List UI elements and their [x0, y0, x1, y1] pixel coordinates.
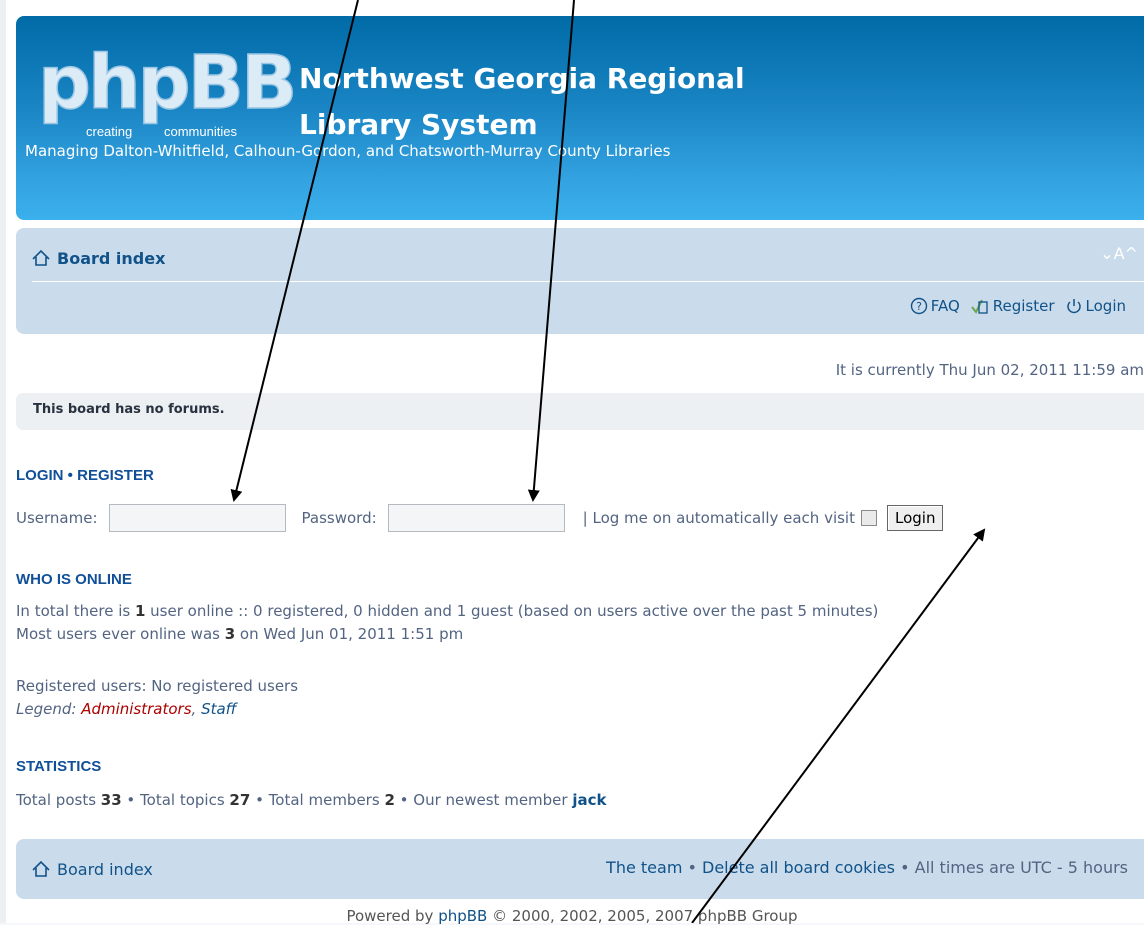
footer-board-index-link[interactable]: Board index — [31, 859, 153, 879]
current-time: It is currently Thu Jun 02, 2011 11:59 a… — [835, 361, 1144, 379]
login-form: Username: Password: | Log me on automati… — [16, 501, 1144, 535]
online-line-1-pre: In total there is — [16, 602, 135, 620]
powered-pre: Powered by — [346, 907, 439, 925]
register-heading-link[interactable]: REGISTER — [77, 467, 154, 484]
autologin-checkbox[interactable] — [860, 510, 877, 526]
members-count: 2 — [384, 791, 395, 809]
nav-divider — [32, 281, 1144, 282]
online-line-1: In total there is 1 user online :: 0 reg… — [16, 600, 878, 623]
login-label: Login — [1085, 297, 1126, 315]
online-line-2-pre: Most users ever online was — [16, 625, 225, 643]
no-forums-text: This board has no forums. — [33, 402, 225, 417]
svg-text:?: ? — [916, 300, 922, 313]
footer-board-index-label: Board index — [57, 859, 153, 879]
home-icon — [31, 248, 51, 268]
phpbb-logo[interactable]: phpBB creating communities — [36, 38, 296, 143]
posts-count: 33 — [100, 791, 122, 809]
register-icon — [970, 299, 988, 314]
no-forums-notice: This board has no forums. — [16, 393, 1144, 430]
legend-label: Legend: — [16, 700, 82, 718]
timezone-text: All times are UTC - 5 hours — [914, 858, 1128, 877]
faq-label: FAQ — [930, 297, 960, 315]
site-title: Northwest Georgia Regional Library Syste… — [299, 62, 745, 141]
logo-tagline-left: creating — [86, 124, 132, 139]
navbar: Board index ⌄A^ ? FAQ Register Login — [16, 228, 1144, 334]
footer-separator: • — [895, 858, 915, 877]
topics-label: • Total topics — [121, 791, 230, 809]
powered-by: Powered by phpBB © 2000, 2002, 2005, 200… — [0, 907, 1144, 925]
register-label: Register — [992, 297, 1055, 315]
footer-links: The team • Delete all board cookies • Al… — [606, 858, 1128, 877]
register-link[interactable]: Register — [970, 297, 1055, 315]
board-index-label: Board index — [57, 248, 166, 268]
legend-line: Legend: Administrators, Staff — [16, 698, 237, 721]
logo-tagline-right: communities — [164, 124, 237, 139]
username-input[interactable] — [108, 504, 286, 532]
heading-separator: • — [67, 467, 73, 484]
statistics-line: Total posts 33 • Total topics 27 • Total… — [16, 789, 606, 812]
legend-staff-link[interactable]: Staff — [201, 700, 236, 718]
legend-separator: , — [191, 700, 202, 718]
newest-member-link[interactable]: jack — [572, 791, 606, 809]
online-line-2-post: on Wed Jun 01, 2011 1:51 pm — [235, 625, 464, 643]
delete-cookies-link[interactable]: Delete all board cookies — [702, 858, 895, 877]
online-count: 1 — [134, 602, 146, 620]
login-heading: LOGIN • REGISTER — [16, 467, 154, 484]
login-heading-link[interactable]: LOGIN — [16, 467, 64, 484]
faq-icon: ? — [910, 297, 927, 315]
page: phpBB creating communities Northwest Geo… — [0, 0, 1144, 925]
posts-label: Total posts — [16, 791, 101, 809]
who-is-online-heading: WHO IS ONLINE — [16, 571, 132, 588]
statistics-heading: STATISTICS — [16, 758, 102, 775]
the-team-link[interactable]: The team — [606, 858, 682, 877]
online-line-1-post: user online :: 0 registered, 0 hidden an… — [145, 602, 879, 620]
footer-separator: • — [682, 858, 703, 877]
faq-link[interactable]: ? FAQ — [910, 297, 960, 315]
topics-count: 27 — [229, 791, 251, 809]
login-link[interactable]: Login — [1065, 297, 1126, 315]
registered-users-line: Registered users: No registered users — [16, 677, 299, 695]
newest-member-label: • Our newest member — [394, 791, 573, 809]
password-input[interactable] — [387, 504, 565, 532]
board-index-link[interactable]: Board index — [31, 246, 165, 270]
site-header: phpBB creating communities Northwest Geo… — [16, 16, 1144, 220]
power-icon — [1066, 299, 1081, 314]
left-rail — [0, 0, 6, 923]
login-button[interactable]: Login — [886, 505, 944, 531]
username-label: Username: — [16, 509, 98, 527]
password-label: Password: — [301, 509, 377, 527]
font-size-control[interactable]: ⌄A^ — [1100, 244, 1138, 263]
online-line-2: Most users ever online was 3 on Wed Jun … — [16, 623, 463, 646]
members-label: • Total members — [250, 791, 385, 809]
powered-post: © 2000, 2002, 2005, 2007 phpBB Group — [487, 907, 798, 925]
logo-wordmark: phpBB — [38, 40, 294, 126]
footer-nav: Board index The team • Delete all board … — [16, 839, 1144, 899]
home-icon — [31, 859, 51, 879]
record-count: 3 — [224, 625, 236, 643]
site-description: Managing Dalton-Whitfield, Calhoun-Gordo… — [25, 142, 671, 160]
legend-administrators-link[interactable]: Administrators — [81, 700, 191, 718]
phpbb-link[interactable]: phpBB — [438, 907, 487, 925]
autologin-label: | Log me on automatically each visit — [582, 509, 855, 527]
nav-links: ? FAQ Register Login — [910, 294, 1126, 318]
